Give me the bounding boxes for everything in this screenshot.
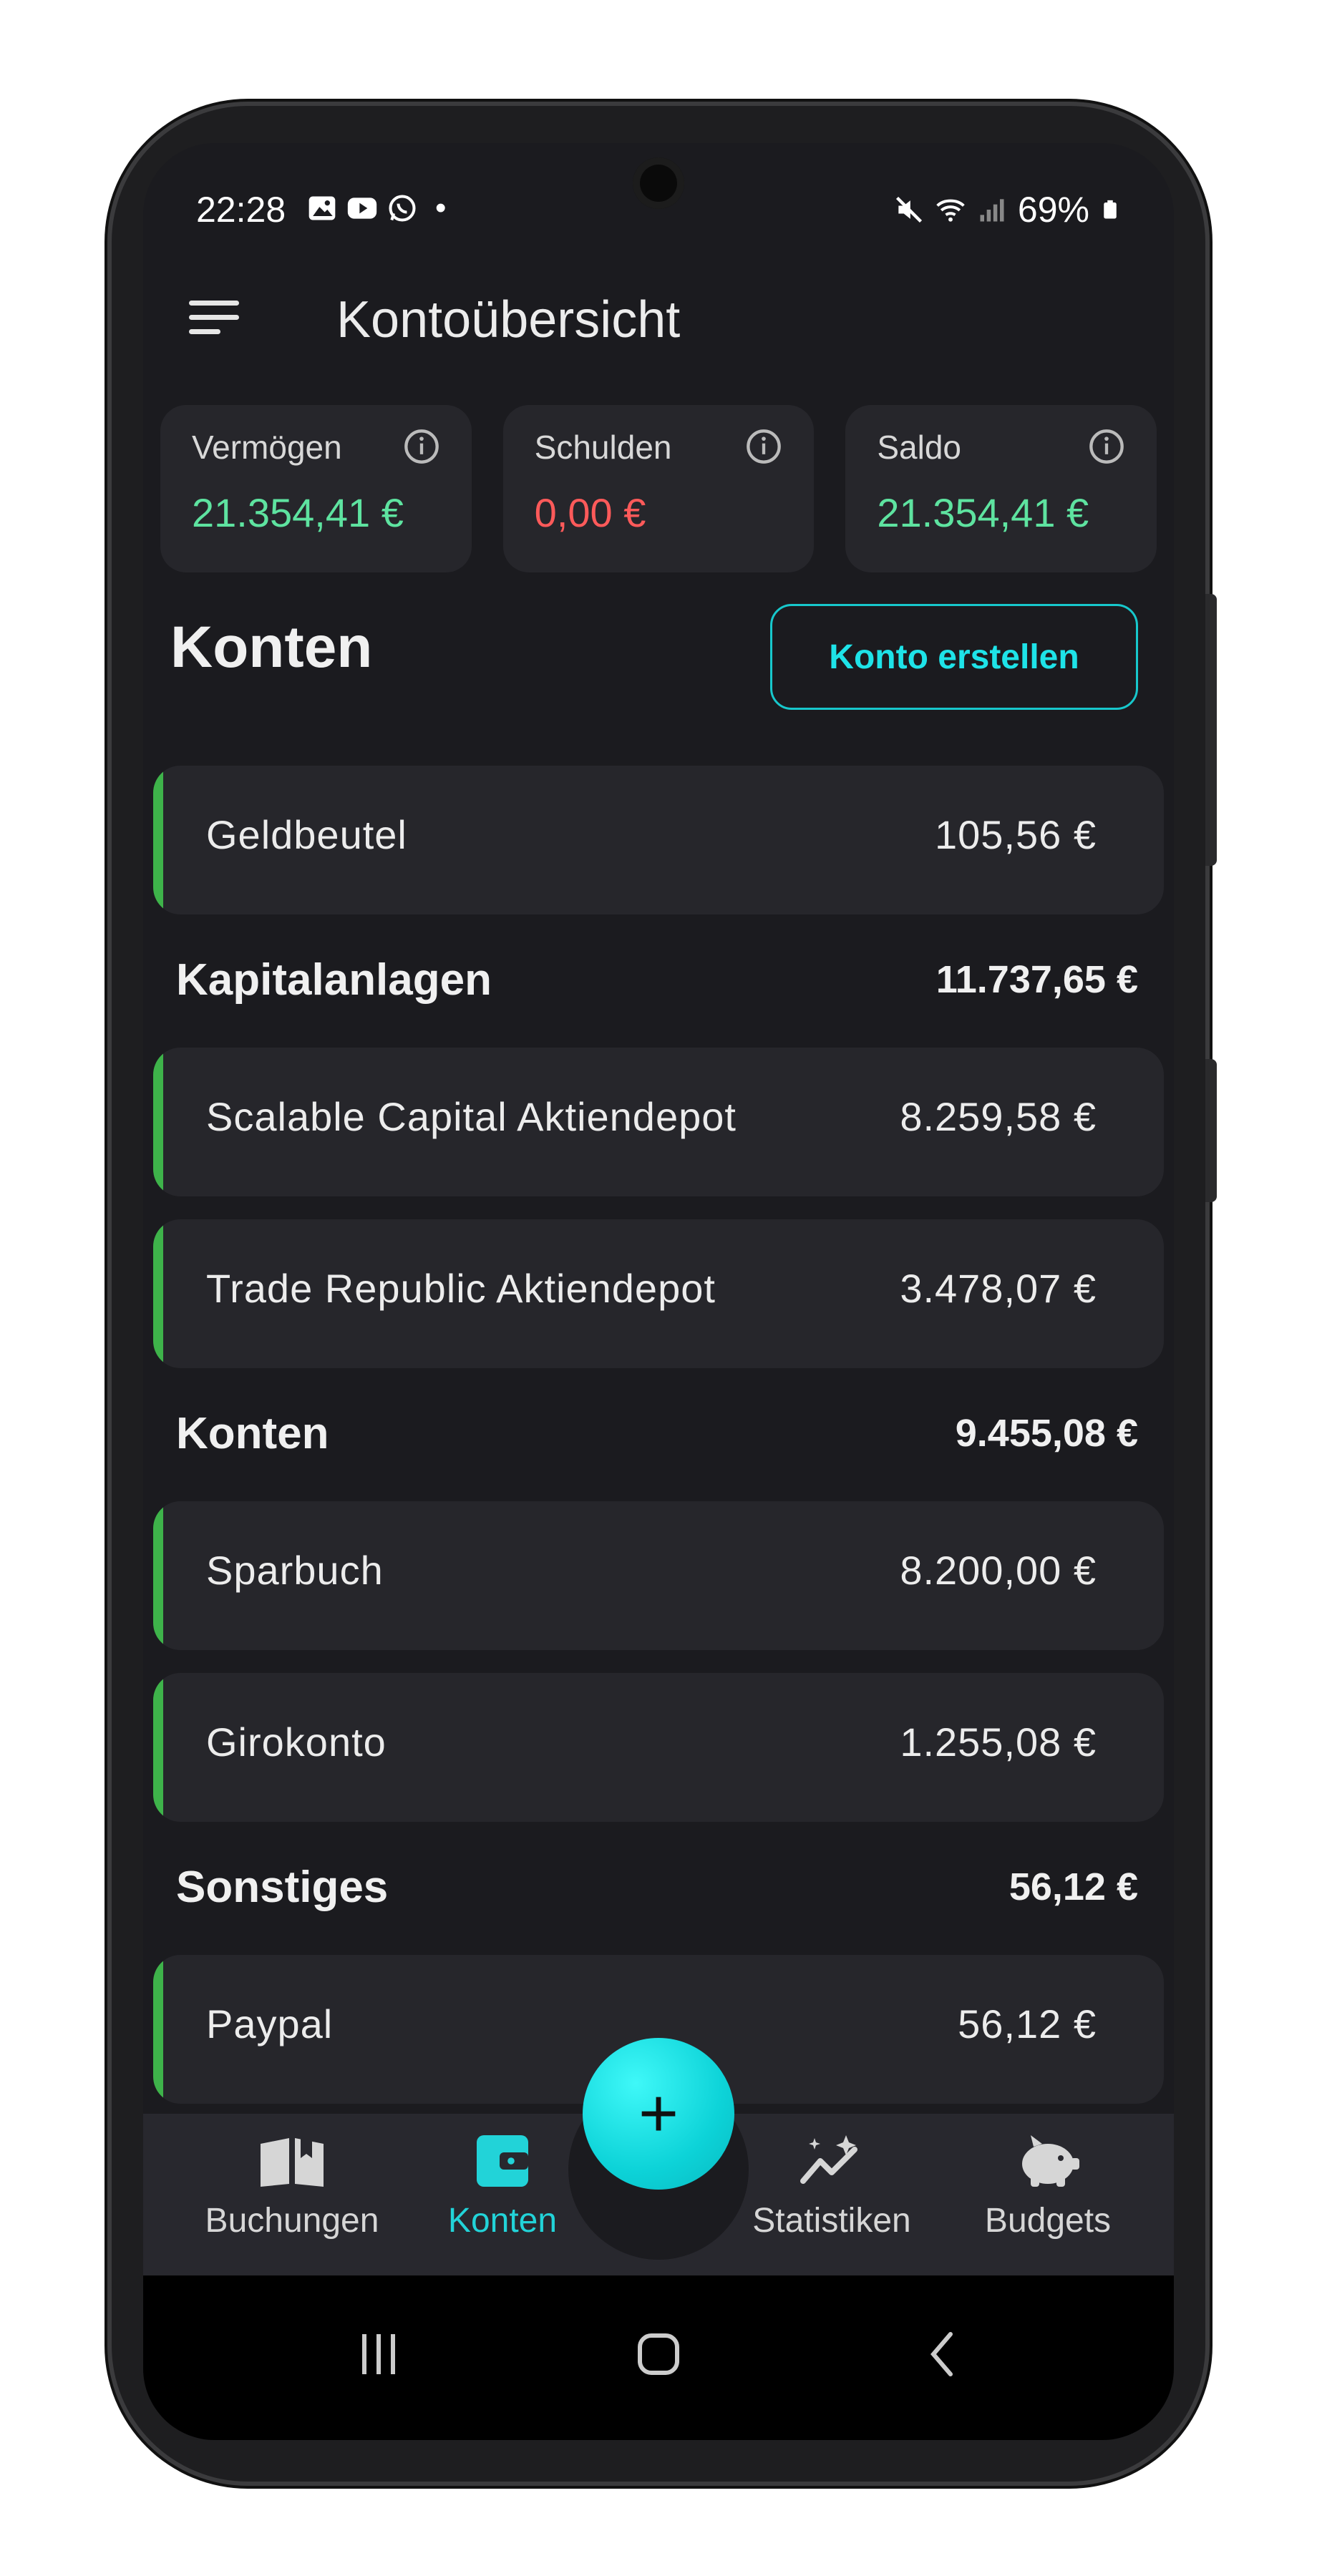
group-total: 56,12 € xyxy=(1009,1865,1138,1908)
book-icon xyxy=(261,2138,324,2187)
account-sparbuch[interactable]: Sparbuch 8.200,00 € xyxy=(153,1501,1164,1650)
menu-icon-line xyxy=(189,301,239,306)
account-amount: 105,56 € xyxy=(935,812,1097,857)
account-name: Paypal xyxy=(206,2001,334,2046)
group-sonstiges: Sonstiges 56,12 € xyxy=(176,1862,1138,1926)
account-amount: 8.259,58 € xyxy=(900,1094,1097,1139)
menu-icon-line xyxy=(189,329,220,334)
nav-item-budgets[interactable]: Budgets xyxy=(941,2132,1155,2240)
account-name: Sparbuch xyxy=(206,1548,384,1593)
status-right: 69% xyxy=(893,189,1121,230)
group-name: Kapitalanlagen xyxy=(176,955,492,1005)
account-amount: 56,12 € xyxy=(958,2001,1097,2046)
page-title: Kontoübersicht xyxy=(336,291,681,348)
summary-value: 0,00 € xyxy=(534,490,646,535)
summary-card-vermoegen: Vermögen 21.354,41 € xyxy=(160,405,472,572)
mute-icon xyxy=(895,196,922,223)
wallet-icon xyxy=(477,2135,528,2187)
summary-label: Saldo xyxy=(877,429,961,466)
summary-card-schulden: Schulden 0,00 € xyxy=(502,405,815,572)
section-title: Konten xyxy=(170,615,373,680)
chart-sparkle-icon xyxy=(800,2135,857,2184)
summary-card-saldo: Saldo 21.354,41 € xyxy=(845,405,1157,572)
nav-item-buchungen[interactable]: Buchungen xyxy=(185,2132,399,2240)
summary-cards: Vermögen 21.354,41 € Schulden 0,00 € Sal… xyxy=(160,405,1157,572)
account-amount: 3.478,07 € xyxy=(900,1266,1097,1311)
nav-item-konten[interactable]: Konten xyxy=(395,2132,610,2240)
account-name: Trade Republic Aktiendepot xyxy=(206,1266,716,1311)
create-account-button[interactable]: Konto erstellen xyxy=(770,604,1138,710)
notification-icons: • xyxy=(306,190,446,226)
account-girokonto[interactable]: Girokonto 1.255,08 € xyxy=(153,1673,1164,1822)
gallery-icon xyxy=(308,196,336,220)
nav-label: Statistiken xyxy=(752,2202,911,2240)
group-kapitalanlagen: Kapitalanlagen 11.737,65 € xyxy=(176,955,1138,1019)
home-icon[interactable] xyxy=(630,2326,687,2383)
nav-label: Budgets xyxy=(984,2202,1112,2240)
plus-icon: + xyxy=(638,2075,679,2152)
account-name: Scalable Capital Aktiendepot xyxy=(206,1094,737,1139)
summary-label: Vermögen xyxy=(192,429,342,466)
screen: 22:28 • 69% Kontoübersicht Vermögen 21.3… xyxy=(143,143,1174,2440)
info-icon[interactable] xyxy=(745,428,782,465)
account-amount: 8.200,00 € xyxy=(900,1548,1097,1593)
phone-side-button xyxy=(1205,594,1217,866)
piggy-bank-icon xyxy=(1022,2135,1079,2187)
group-total: 9.455,08 € xyxy=(955,1412,1138,1455)
nav-label: Buchungen xyxy=(205,2202,379,2240)
info-icon[interactable] xyxy=(1088,428,1125,465)
battery-icon xyxy=(1104,200,1117,219)
account-name: Geldbeutel xyxy=(206,812,407,857)
summary-value: 21.354,41 € xyxy=(877,490,1089,535)
system-navigation-bar xyxy=(143,2275,1174,2440)
battery-percent: 69% xyxy=(1017,190,1089,230)
notification-dot: • xyxy=(435,190,447,225)
summary-value: 21.354,41 € xyxy=(192,490,404,535)
summary-label: Schulden xyxy=(534,429,672,466)
menu-icon-line xyxy=(189,315,239,320)
group-konten: Konten 9.455,08 € xyxy=(176,1408,1138,1473)
back-icon[interactable] xyxy=(916,2326,973,2383)
group-name: Konten xyxy=(176,1409,329,1458)
whatsapp-icon xyxy=(389,195,416,222)
status-time: 22:28 xyxy=(196,190,286,230)
account-amount: 1.255,08 € xyxy=(900,1719,1097,1765)
app-bar: Kontoübersicht xyxy=(143,272,1174,365)
group-total: 11.737,65 € xyxy=(935,958,1138,1001)
group-name: Sonstiges xyxy=(176,1863,389,1912)
youtube-icon xyxy=(347,197,377,219)
account-geldbeutel[interactable]: Geldbeutel 105,56 € xyxy=(153,766,1164,914)
account-trade-republic[interactable]: Trade Republic Aktiendepot 3.478,07 € xyxy=(153,1219,1164,1368)
signal-icon xyxy=(980,199,1004,222)
menu-button[interactable] xyxy=(189,301,239,338)
nav-item-statistiken[interactable]: Statistiken xyxy=(724,2132,939,2240)
info-icon[interactable] xyxy=(403,428,440,465)
wifi-icon xyxy=(936,199,965,222)
recent-apps-icon[interactable] xyxy=(351,2326,408,2383)
account-name: Girokonto xyxy=(206,1719,387,1765)
account-scalable-capital[interactable]: Scalable Capital Aktiendepot 8.259,58 € xyxy=(153,1048,1164,1196)
status-bar: 22:28 • 69% xyxy=(143,182,1174,239)
nav-label: Konten xyxy=(447,2202,558,2240)
phone-side-button xyxy=(1205,1059,1217,1202)
